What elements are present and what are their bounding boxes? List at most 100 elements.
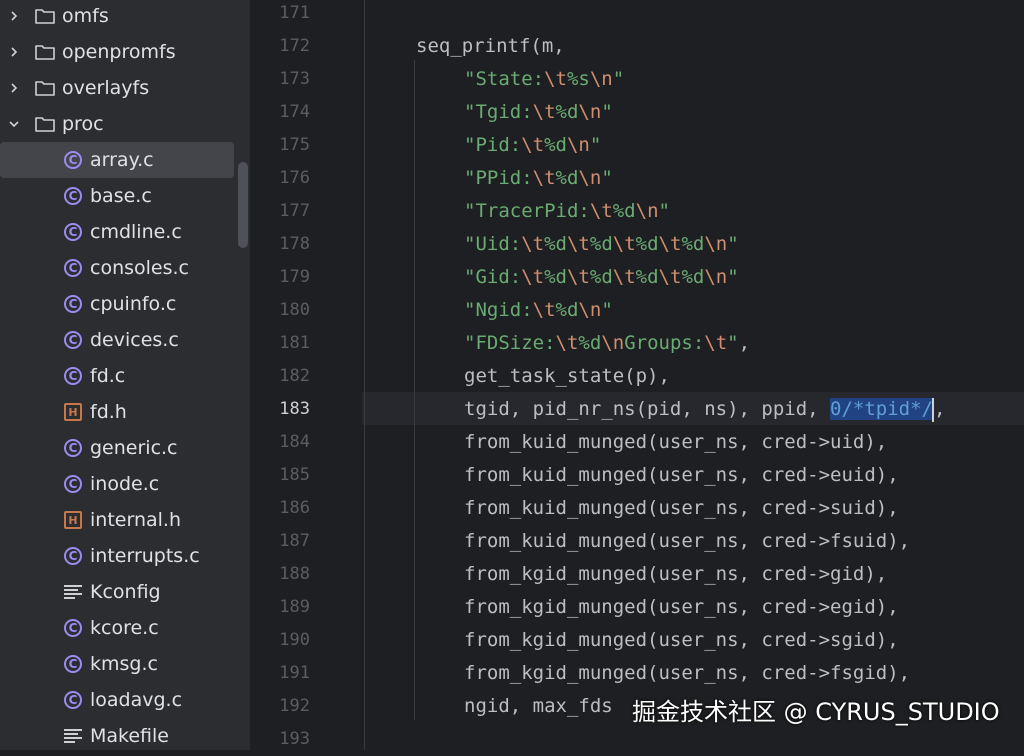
chevron-down-icon[interactable]: [6, 116, 22, 132]
tree-item[interactable]: Cfd.c: [0, 358, 234, 394]
code-line-189: from_kgid_munged(user_ns, cred->egid),: [464, 591, 899, 624]
code-token: \t: [521, 233, 545, 255]
tree-item-label: generic.c: [90, 437, 178, 459]
code-editor[interactable]: seq_printf(m, "State:\t%s\n" "Tgid:\t%d\n"…: [362, 0, 1024, 750]
tree-item[interactable]: overlayfs: [0, 70, 234, 106]
tree-item[interactable]: Ckmsg.c: [0, 646, 234, 682]
tree-item-label: proc: [62, 113, 104, 135]
line-number: 171: [279, 3, 310, 23]
code-line-173: "State:\t%s\n": [464, 63, 624, 96]
code-token: \t: [704, 332, 728, 354]
code-line-191: from_kgid_munged(user_ns, cred->fsgid),: [464, 657, 910, 690]
c-file-icon: C: [62, 365, 84, 387]
tree-item-label: omfs: [62, 5, 109, 27]
chevron-right-icon[interactable]: [6, 8, 22, 24]
watermark: 掘金技术社区 @ CYRUS_STUDIO: [632, 698, 1000, 726]
tree-item-label: base.c: [90, 185, 152, 207]
line-number: 187: [279, 531, 310, 551]
line-number: 190: [279, 630, 310, 650]
folder-icon: [34, 41, 56, 63]
tree-item[interactable]: omfs: [0, 0, 234, 34]
code-token: \n: [704, 233, 728, 255]
code-token: from_kuid_munged(user_ns, cred->uid),: [464, 431, 888, 453]
tree-item[interactable]: Hinternal.h: [0, 502, 234, 538]
code-token: "TracerPid:: [464, 200, 590, 222]
code-token: \n: [704, 266, 728, 288]
code-token: from_kgid_munged(user_ns, cred->sgid),: [464, 629, 899, 651]
code-token: from_kgid_munged(user_ns, cred->fsgid),: [464, 662, 911, 684]
code-token: ": [589, 134, 602, 156]
code-token: ,: [738, 332, 751, 354]
code-token: %d: [589, 233, 613, 255]
tree-item[interactable]: proc: [0, 106, 234, 142]
code-token: %d: [578, 332, 602, 354]
code-token: \n: [566, 134, 590, 156]
code-line-179: "Gid:\t%d\t%d\t%d\t%d\n": [464, 261, 739, 294]
line-number: 188: [279, 564, 310, 584]
tree-item[interactable]: openpromfs: [0, 34, 234, 70]
indent-guide: [414, 60, 415, 720]
code-token: \t: [555, 332, 579, 354]
tree-item[interactable]: Cinterrupts.c: [0, 538, 234, 574]
tree-item[interactable]: Ccmdline.c: [0, 214, 234, 250]
c-file-icon: C: [62, 689, 84, 711]
code-token: \t: [566, 233, 590, 255]
code-token: Groups:: [624, 332, 705, 354]
code-token: seq_printf(m,: [416, 35, 565, 57]
code-token: "Tgid:: [464, 101, 533, 123]
code-token: \t: [589, 200, 613, 222]
indent-guide: [364, 0, 365, 750]
code-token: \n: [578, 101, 602, 123]
c-file-icon: C: [62, 257, 84, 279]
code-line-176: "PPid:\t%d\n": [464, 162, 613, 195]
code-token: \t: [612, 266, 636, 288]
tree-item[interactable]: Ckcore.c: [0, 610, 234, 646]
tree-item[interactable]: Cgeneric.c: [0, 430, 234, 466]
line-number: 183: [279, 399, 310, 419]
tree-item-label: kcore.c: [90, 617, 159, 639]
tree-item[interactable]: Cconsoles.c: [0, 250, 234, 286]
tree-item-label: array.c: [90, 149, 154, 171]
tree-item-label: Makefile: [90, 725, 169, 747]
line-number: 179: [279, 267, 310, 287]
line-number: 174: [279, 102, 310, 122]
line-number: 192: [279, 696, 310, 716]
tree-item[interactable]: Ccpuinfo.c: [0, 286, 234, 322]
code-token: \t: [544, 68, 567, 90]
tree-item[interactable]: Cinode.c: [0, 466, 234, 502]
tree-item[interactable]: Cdevices.c: [0, 322, 234, 358]
tree-item[interactable]: Kconfig: [0, 574, 234, 610]
chevron-right-icon[interactable]: [6, 44, 22, 60]
code-token: "Ngid:: [464, 299, 533, 321]
h-file-icon: H: [62, 401, 84, 423]
c-file-icon: C: [62, 329, 84, 351]
code-token: %d: [681, 233, 705, 255]
code-token: %d: [681, 266, 705, 288]
line-number: 186: [279, 498, 310, 518]
c-file-icon: C: [62, 545, 84, 567]
tree-item[interactable]: Carray.c: [0, 142, 234, 178]
code-token: from_kuid_munged(user_ns, cred->fsuid),: [464, 530, 911, 552]
code-line-180: "Ngid:\t%d\n": [464, 294, 613, 327]
folder-icon: [34, 113, 56, 135]
tree-item[interactable]: Makefile: [0, 718, 234, 750]
code-token: "FDSize:: [464, 332, 556, 354]
code-token: \n: [635, 200, 659, 222]
code-token: "State:: [464, 68, 545, 90]
code-token: \t: [566, 266, 590, 288]
code-token: \t: [658, 266, 682, 288]
line-number: 193: [279, 729, 310, 749]
code-token: ,: [934, 398, 946, 420]
tree-item[interactable]: Cloadavg.c: [0, 682, 234, 718]
line-number: 172: [279, 36, 310, 56]
tree-item[interactable]: Hfd.h: [0, 394, 234, 430]
code-line-187: from_kuid_munged(user_ns, cred->fsuid),: [464, 525, 910, 558]
line-number: 185: [279, 465, 310, 485]
code-token: ": [612, 68, 625, 90]
tree-scrollbar[interactable]: [238, 162, 248, 248]
code-token: get_task_state(p),: [464, 365, 670, 387]
tree-item[interactable]: Cbase.c: [0, 178, 234, 214]
chevron-right-icon[interactable]: [6, 80, 22, 96]
tree-item-label: cpuinfo.c: [90, 293, 177, 315]
code-token: ": [658, 200, 670, 222]
